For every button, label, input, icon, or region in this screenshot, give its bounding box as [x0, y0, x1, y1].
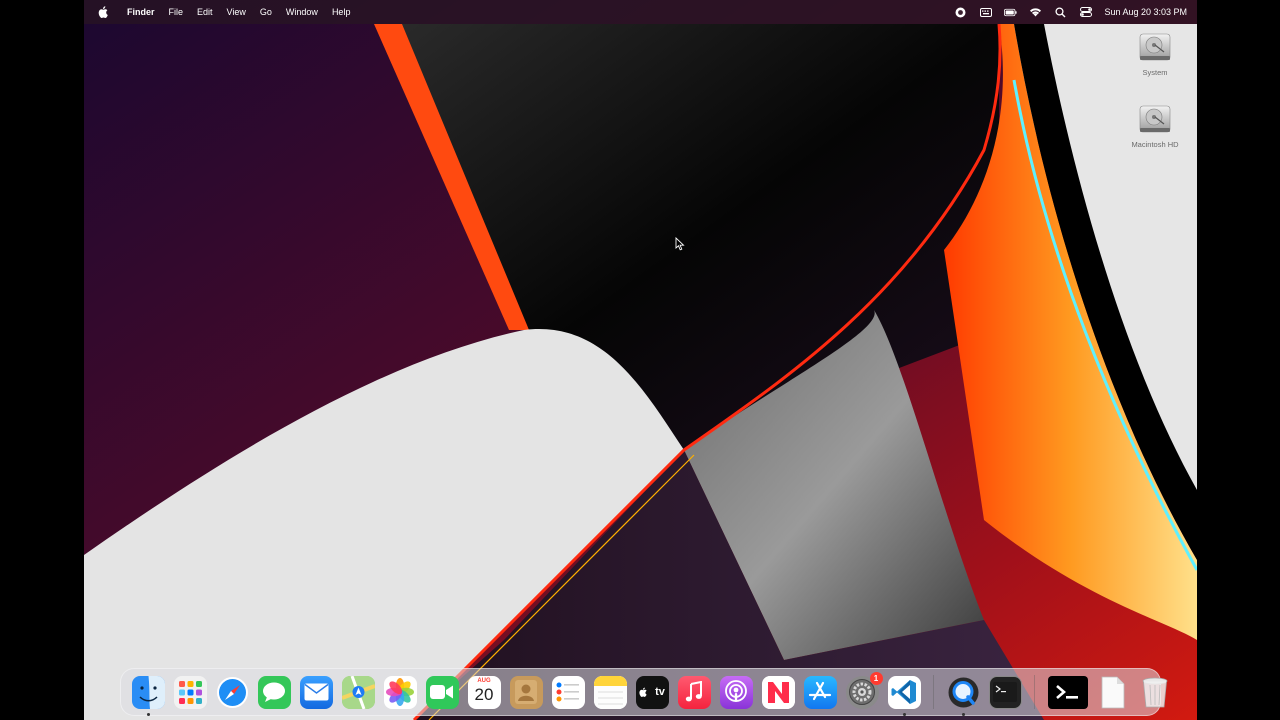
dock-finder[interactable]	[131, 675, 165, 716]
desktop-icon-system[interactable]: System	[1125, 30, 1185, 77]
desktop-screen: Finder File Edit View Go Window Help Sun…	[84, 0, 1197, 720]
screen-record-icon[interactable]	[954, 6, 967, 19]
dock-apple-tv[interactable]: tv	[635, 675, 669, 709]
menu-bar: Finder File Edit View Go Window Help Sun…	[84, 0, 1197, 24]
search-icon[interactable]	[1054, 6, 1067, 19]
dock-quicktime[interactable]	[947, 676, 980, 716]
app-store-icon	[808, 681, 832, 701]
dock-separator	[933, 675, 934, 709]
menu-edit[interactable]: Edit	[190, 0, 220, 24]
menu-view[interactable]: View	[220, 0, 253, 24]
dock-facetime[interactable]	[425, 675, 459, 709]
facetime-icon	[430, 685, 453, 699]
dock-contacts[interactable]	[509, 675, 543, 709]
dock-calendar[interactable]: AUG 20	[467, 675, 501, 709]
menu-file[interactable]: File	[162, 0, 191, 24]
news-icon	[761, 675, 795, 709]
dock-podcasts[interactable]	[719, 675, 753, 709]
menu-window[interactable]: Window	[279, 0, 325, 24]
dock-photos[interactable]	[383, 675, 417, 709]
terminal-icon	[993, 682, 1017, 702]
running-indicator	[146, 712, 150, 716]
calendar-day: 20	[474, 684, 494, 704]
desktop-icon-label: System	[1142, 68, 1168, 77]
menu-go[interactable]: Go	[253, 0, 279, 24]
hard-drive-icon	[1139, 33, 1171, 61]
dock-notes[interactable]	[593, 675, 627, 709]
desktop-icon-macintosh-hd[interactable]: Macintosh HD	[1125, 102, 1185, 149]
dock-maps[interactable]	[341, 675, 375, 709]
dock: AUG 20 tv 1	[120, 668, 1168, 716]
dock-safari[interactable]	[216, 676, 249, 709]
dock-system-settings[interactable]: 1	[845, 671, 883, 709]
quicktime-icon	[948, 677, 978, 707]
desktop-icon-label: Macintosh HD	[1131, 140, 1179, 149]
dock-separator	[1034, 675, 1035, 709]
notes-icon	[593, 675, 627, 709]
safari-icon	[216, 676, 248, 708]
dock-vscode[interactable]	[887, 675, 921, 716]
notification-badge: 1	[869, 671, 883, 685]
dock-terminal-recent[interactable]	[1047, 675, 1088, 709]
dock-trash[interactable]	[1139, 676, 1172, 709]
dock-terminal[interactable]	[988, 675, 1022, 709]
podcasts-icon	[725, 680, 747, 702]
maps-icon	[341, 675, 375, 709]
running-indicator	[902, 712, 906, 716]
messages-icon	[263, 682, 285, 702]
menubar-clock[interactable]: Sun Aug 20 3:03 PM	[1104, 7, 1187, 17]
control-center-icon[interactable]	[1079, 6, 1092, 19]
apple-tv-label: tv	[655, 686, 665, 698]
wallpaper	[84, 0, 1197, 720]
battery-icon[interactable]	[1004, 6, 1018, 19]
dock-reminders[interactable]	[551, 675, 585, 709]
keyboard-icon[interactable]	[979, 6, 992, 19]
menu-app-name[interactable]: Finder	[120, 0, 162, 24]
dock-launchpad[interactable]	[173, 675, 207, 709]
mail-icon	[304, 683, 328, 701]
trash-icon	[1142, 677, 1168, 707]
photos-icon	[386, 678, 414, 706]
wifi-icon[interactable]	[1029, 6, 1042, 19]
terminal-prompt-icon	[1055, 685, 1078, 699]
dock-app-store[interactable]	[803, 675, 837, 709]
reminders-icon	[556, 682, 579, 702]
dock-music[interactable]	[677, 675, 711, 709]
dock-messages[interactable]	[257, 675, 291, 709]
running-indicator	[961, 712, 965, 716]
dock-news[interactable]	[761, 675, 795, 709]
vscode-icon	[891, 680, 916, 704]
document-icon	[1101, 676, 1125, 708]
hard-drive-icon	[1139, 105, 1171, 133]
apple-menu-icon[interactable]	[96, 5, 110, 19]
finder-icon	[131, 675, 165, 709]
launchpad-icon	[178, 680, 202, 704]
dock-document[interactable]	[1097, 676, 1130, 709]
dock-mail[interactable]	[299, 675, 333, 709]
mouse-cursor-icon	[675, 237, 685, 251]
music-icon	[685, 681, 702, 702]
contacts-icon	[515, 680, 537, 704]
menu-help[interactable]: Help	[325, 0, 358, 24]
calendar-month: AUG	[477, 677, 491, 684]
